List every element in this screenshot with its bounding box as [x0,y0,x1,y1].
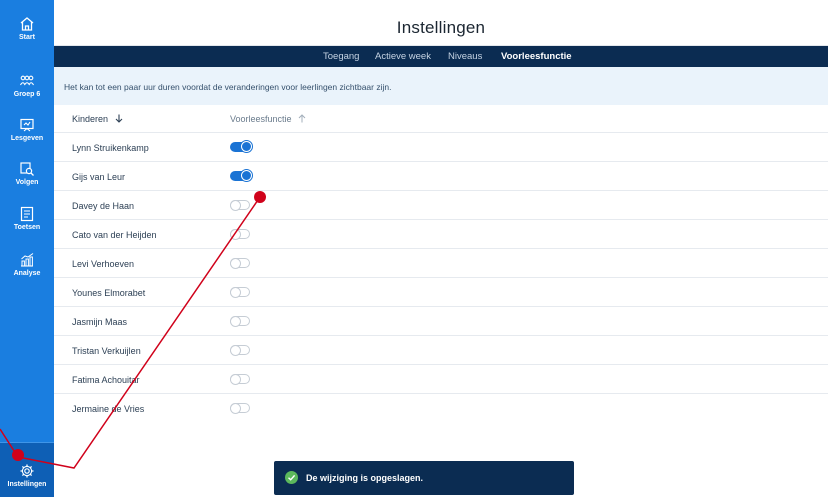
info-notice: Het kan tot een paar uur duren voordat d… [54,67,828,105]
toggle-knob [230,374,241,385]
student-name: Tristan Verkuijlen [72,346,141,356]
test-icon [20,206,34,222]
voorleesfunctie-toggle[interactable] [230,403,250,414]
home-icon [20,17,34,31]
chart-icon [21,253,34,267]
student-name: Jasmijn Maas [72,317,128,327]
sidebar: Start Groep 6 Lesgeven Volgen Toetsen An… [0,0,54,497]
toggle-knob [230,258,241,269]
voorleesfunctie-toggle[interactable] [230,200,250,211]
student-name: Lynn Struikenkamp [72,143,149,153]
voorleesfunctie-toggle[interactable] [230,287,250,298]
table-header: Kinderen Voorleesfunctie [54,105,828,133]
app-window: Start Groep 6 Lesgeven Volgen Toetsen An… [0,0,828,497]
table-row: Levi Verhoeven [54,249,828,278]
sidebar-item-label: Analyse [13,270,41,277]
check-icon [285,471,298,484]
page-title: Instellingen [396,17,486,37]
table-row: Younes Elmorabet [54,278,828,307]
tab-niveaus[interactable]: Niveaus [448,46,482,67]
gear-icon [20,464,34,478]
column-header-voorleesfunctie[interactable]: Voorleesfunctie [230,114,306,124]
voorleesfunctie-toggle[interactable] [230,141,252,152]
sidebar-item-label: Groep 6 [13,91,41,98]
student-name: Fatima Achouitar [72,375,140,385]
toggle-knob [230,316,241,327]
student-name: Younes Elmorabet [72,288,146,298]
voorleesfunctie-toggle[interactable] [230,229,250,240]
table-row: Jasmijn Maas [54,307,828,336]
sidebar-item-label: Volgen [15,179,39,186]
toggle-knob [230,229,241,240]
sidebar-item-label: Instellingen [7,481,47,488]
sidebar-item-label: Toetsen [13,224,41,231]
sidebar-item-label: Start [19,34,35,41]
tab-voorleesfunctie[interactable]: Voorleesfunctie [501,46,572,67]
presentation-icon [20,118,34,132]
table-row: Lynn Struikenkamp [54,133,828,162]
notice-text: Het kan tot een paar uur duren voordat d… [64,82,392,92]
table-row: Cato van der Heijden [54,220,828,249]
student-name: Gijs van Leur [72,172,126,182]
toggle-knob [230,287,241,298]
toast-notification: De wijziging is opgeslagen. [274,461,574,495]
sidebar-item-label: Lesgeven [10,135,44,142]
arrow-up-icon [298,114,306,123]
toggle-knob [230,345,241,356]
column-header-label: Voorleesfunctie [230,114,292,124]
toggle-knob [241,141,252,152]
sidebar-item-analyse[interactable]: Analyse [0,252,54,277]
voorleesfunctie-toggle[interactable] [230,170,252,181]
page-header: Instellingen [54,10,828,46]
sidebar-item-lesgeven[interactable]: Lesgeven [0,117,54,142]
table-row: Davey de Haan [54,191,828,220]
voorleesfunctie-toggle[interactable] [230,374,250,385]
student-name: Jermaine de Vries [72,404,145,414]
tab-actieve-week[interactable]: Actieve week [375,46,431,67]
group-icon [20,75,34,86]
tab-bar: Toegang Actieve week Niveaus Voorleesfun… [54,46,828,67]
voorleesfunctie-toggle[interactable] [230,316,250,327]
sidebar-item-instellingen[interactable]: Instellingen [0,443,54,497]
toast-message: De wijziging is opgeslagen. [306,473,424,483]
toggle-knob [230,200,241,211]
table-row: Fatima Achouitar [54,365,828,394]
voorleesfunctie-toggle[interactable] [230,345,250,356]
student-name: Cato van der Heijden [72,230,157,240]
follow-icon [20,162,34,176]
table-row: Jermaine de Vries [54,394,828,423]
arrow-down-icon [115,114,122,123]
tab-toegang[interactable]: Toegang [323,46,359,67]
student-name: Levi Verhoeven [72,259,135,269]
table-row: Tristan Verkuijlen [54,336,828,365]
toggle-knob [230,403,241,414]
column-header-kinderen[interactable]: Kinderen [72,114,123,124]
sidebar-item-groep[interactable]: Groep 6 [0,73,54,98]
sidebar-item-start[interactable]: Start [0,16,54,41]
voorleesfunctie-toggle[interactable] [230,258,250,269]
table-row: Gijs van Leur [54,162,828,191]
student-name: Davey de Haan [72,201,135,211]
sidebar-item-toetsen[interactable]: Toetsen [0,206,54,231]
toggle-knob [241,170,252,181]
sidebar-item-volgen[interactable]: Volgen [0,161,54,186]
column-header-label: Kinderen [72,114,109,124]
